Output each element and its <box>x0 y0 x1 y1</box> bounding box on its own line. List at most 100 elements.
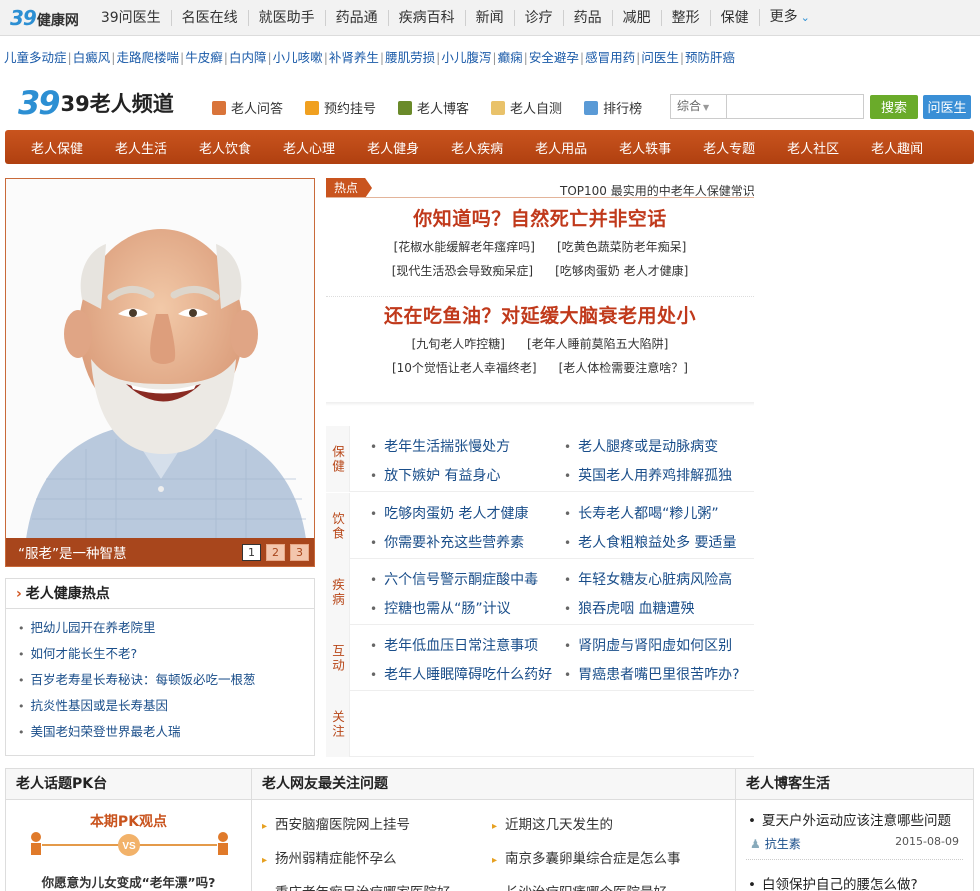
category-row-link[interactable]: 英国老人用养鸡排解孤独 <box>564 465 732 485</box>
channel-logo[interactable]: 39 39老人频道 <box>18 84 174 122</box>
category-tab[interactable]: 老人轶事 <box>607 138 683 157</box>
topnav-item-medical-assistant[interactable]: 就医助手 <box>247 9 325 26</box>
keyword-link[interactable]: 补肾养生 <box>329 50 379 65</box>
category-row-link[interactable]: 放下嫉妒 有益身心 <box>370 465 500 485</box>
blog-post-1[interactable]: 夏天户外运动应该注意哪些问题 <box>748 809 951 829</box>
hot-list-item[interactable]: 抗炎性基因或是长寿基因 <box>18 693 314 719</box>
keyword-link[interactable]: 安全避孕 <box>529 50 579 65</box>
topnav-item-famous-doctors[interactable]: 名医在线 <box>170 9 248 26</box>
category-row-link[interactable]: 老人腿疼或是动脉病变 <box>564 436 718 456</box>
category-row-link[interactable]: 老年人睡眠障碍吃什么药好 <box>370 664 552 684</box>
blog-post-2[interactable]: 白领保护自己的腰怎么做? <box>748 873 918 891</box>
category-row-link[interactable]: 年轻女糖友心脏病风险高 <box>564 569 732 589</box>
category-row-link[interactable]: 你需要补充这些营养素 <box>370 532 524 552</box>
slide-page-1-button[interactable]: 1 <box>242 543 261 561</box>
category-tab[interactable]: 老人健身 <box>355 138 431 157</box>
keyword-link[interactable]: 儿童多动症 <box>4 50 67 65</box>
keyword-link[interactable]: 白内障 <box>229 50 267 65</box>
question-link[interactable]: 长沙治疗阳痿哪个医院最好 <box>492 877 681 891</box>
category-tab[interactable]: 老人心理 <box>271 138 347 157</box>
keyword-link[interactable]: 小儿腹泻 <box>441 50 491 65</box>
headline-2-sub-link[interactable]: [10个觉悟让老人幸福终老] <box>392 359 537 376</box>
hot-list-item[interactable]: 如何才能长生不老? <box>18 641 314 667</box>
quick-link-appointment[interactable]: 预约挂号 <box>305 98 376 117</box>
keyword-link[interactable]: 白癜风 <box>73 50 111 65</box>
slideshow-caption[interactable]: “服老”是一种智慧 <box>18 542 242 562</box>
topnav-item-disease-wiki[interactable]: 疾病百科 <box>387 9 465 26</box>
category-tab[interactable]: 老人专题 <box>691 138 767 157</box>
category-row-label[interactable]: 保健 <box>326 426 350 492</box>
headline-2-sub-link[interactable]: [老人体检需要注意啥？] <box>559 359 688 376</box>
headline-2-sub-link[interactable]: [九旬老人咋控糖] <box>412 335 505 352</box>
keyword-link[interactable]: 腰肌劳损 <box>385 50 435 65</box>
category-tab[interactable]: 老人生活 <box>103 138 179 157</box>
topnav-item-ask-doctor[interactable]: 39问医生 <box>91 10 171 26</box>
headline-1-sub-link[interactable]: [花椒水能缓解老年瘙痒吗] <box>394 238 535 255</box>
question-link[interactable]: 近期这几天发生的 <box>492 809 681 843</box>
topnav-item-news[interactable]: 新闻 <box>464 9 514 26</box>
category-row-link[interactable]: 狼吞虎咽 血糖遭殃 <box>564 598 694 618</box>
category-row-link[interactable]: 长寿老人都喝“糁儿粥” <box>564 503 719 523</box>
search-input[interactable] <box>726 94 864 119</box>
keyword-link[interactable]: 癫痫 <box>498 50 523 65</box>
category-row-link[interactable]: 老人食粗粮益处多 要适量 <box>564 532 736 552</box>
slide-page-2-button[interactable]: 2 <box>266 543 285 561</box>
topnav-item-medicine[interactable]: 药品 <box>562 9 612 26</box>
headline-1-sub-link[interactable]: [现代生活恐会导致痴呆症] <box>392 262 533 279</box>
site-logo[interactable]: 39 健康网 <box>10 6 79 30</box>
category-row-link[interactable]: 控糖也需从“肠”计议 <box>370 598 511 618</box>
question-link[interactable]: 重庆老年痴呆治疗哪家医院好 <box>262 877 451 891</box>
quick-link-ranking[interactable]: 排行榜 <box>584 98 642 117</box>
headline-1-sub-link[interactable]: [吃够肉蛋奶 老人才健康] <box>555 262 688 279</box>
category-row-link[interactable]: 吃够肉蛋奶 老人才健康 <box>370 503 528 523</box>
headline-1-sub-link[interactable]: [吃黄色蔬菜防老年痴呆] <box>557 238 686 255</box>
category-row-label[interactable]: 关注 <box>326 691 350 757</box>
headline-2-sub-link[interactable]: [老年人睡前莫陷五大陷阱] <box>527 335 668 352</box>
quick-link-elder-blog[interactable]: 老人博客 <box>398 98 469 117</box>
keyword-link[interactable]: 感冒用药 <box>585 50 635 65</box>
question-link[interactable]: 西安脑瘤医院网上挂号 <box>262 809 451 843</box>
category-tab[interactable]: 老人趣闻 <box>859 138 935 157</box>
category-row-link[interactable]: 老年低血压日常注意事项 <box>370 635 538 655</box>
question-link[interactable]: 南京多囊卵巢综合症是怎么事 <box>492 843 681 877</box>
headline-2[interactable]: 还在吃鱼油？对延缓大脑衰老用处小 <box>326 301 754 328</box>
category-tab[interactable]: 老人饮食 <box>187 138 263 157</box>
keyword-link[interactable]: 问医生 <box>641 50 679 65</box>
headline-1[interactable]: 你知道吗？自然死亡并非空话 <box>326 204 754 231</box>
topnav-item-weight-loss[interactable]: 减肥 <box>611 9 661 26</box>
topnav-item-health[interactable]: 保健 <box>709 9 759 26</box>
hot-list-item[interactable]: 百岁老寿星长寿秘诀：每顿饭必吃一根葱 <box>18 667 314 693</box>
quick-link-self-test[interactable]: 老人自测 <box>491 98 562 117</box>
keyword-link[interactable]: 预防肝癌 <box>685 50 735 65</box>
keyword-link[interactable]: 走路爬楼喘 <box>116 50 179 65</box>
search-button[interactable]: 搜索 <box>870 94 918 119</box>
category-row-link[interactable]: 六个信号警示酮症酸中毒 <box>370 569 538 589</box>
ask-doctor-button[interactable]: 问医生 <box>923 94 971 119</box>
keyword-link[interactable]: 牛皮癣 <box>185 50 223 65</box>
top100-link[interactable]: TOP100 最实用的中老年人保健常识 <box>560 182 755 199</box>
search-type-select[interactable]: 综合 ▼ <box>670 94 726 119</box>
keyword-link[interactable]: 小儿咳嗽 <box>273 50 323 65</box>
pk-question[interactable]: 你愿意为儿女变成“老年漂”吗? <box>6 872 251 891</box>
category-row-link[interactable]: 老年生活揣张慢处方 <box>370 436 510 456</box>
topnav-more[interactable]: 更多 ⌄ <box>758 9 820 26</box>
category-row-label[interactable]: 饮食 <box>326 493 350 559</box>
topnav-item-drugs[interactable]: 药品通 <box>324 9 388 26</box>
category-tab[interactable]: 老人用品 <box>523 138 599 157</box>
category-row-label[interactable]: 疾病 <box>326 559 350 625</box>
quick-link-elder-qa[interactable]: 老人问答 <box>212 98 283 117</box>
question-link[interactable]: 扬州弱精症能怀孕么 <box>262 843 451 877</box>
slideshow[interactable]: “服老”是一种智慧 1 2 3 <box>5 178 315 567</box>
category-tab[interactable]: 老人保健 <box>19 138 95 157</box>
topnav-item-treatment[interactable]: 诊疗 <box>513 9 563 26</box>
hot-list-item[interactable]: 把幼儿园开在养老院里 <box>18 615 314 641</box>
blog-author[interactable]: ♟ 抗生素 <box>750 835 801 852</box>
category-tab[interactable]: 老人疾病 <box>439 138 515 157</box>
category-row-link[interactable]: 胃癌患者嘴巴里很苦咋办? <box>564 664 739 684</box>
slide-page-3-button[interactable]: 3 <box>290 543 309 561</box>
hot-list-item[interactable]: 美国老妇荣登世界最老人瑞 <box>18 719 314 745</box>
category-row-link[interactable]: 肾阴虚与肾阳虚如何区别 <box>564 635 732 655</box>
category-row-label[interactable]: 互动 <box>326 625 350 691</box>
topnav-item-cosmetic[interactable]: 整形 <box>660 9 710 26</box>
category-tab[interactable]: 老人社区 <box>775 138 851 157</box>
